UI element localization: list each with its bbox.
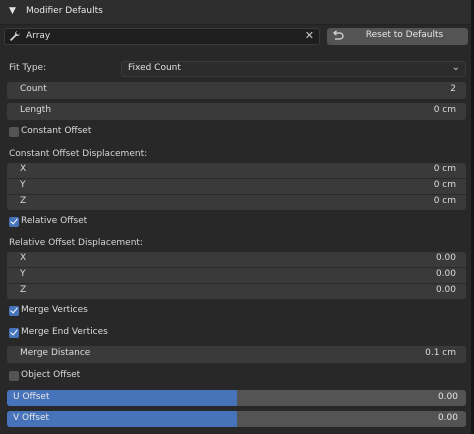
constant-offset-label[interactable]: Constant Offset — [21, 126, 91, 136]
fit-type-value: Fixed Count — [128, 63, 181, 73]
u-offset-value: 0.00 — [437, 392, 458, 402]
fit-type-dropdown[interactable]: Fixed Count ⌄ — [121, 61, 466, 77]
merge-distance-field[interactable]: Merge Distance 0.1 cm — [7, 346, 466, 363]
axis-value: 0 cm — [433, 164, 456, 174]
fit-type-label: Fit Type: — [9, 63, 47, 73]
axis-label: X — [20, 164, 27, 174]
triangle-down-icon[interactable]: ▼ — [9, 6, 16, 16]
u-offset-label: U Offset — [13, 392, 50, 402]
axis-value: 0 cm — [433, 180, 456, 190]
axis-label: Y — [20, 180, 26, 190]
panel-header[interactable]: ▼ Modifier Defaults — [0, 0, 471, 25]
constant-displacement-label: Constant Offset Displacement: — [9, 149, 148, 159]
axis-label: Z — [20, 196, 27, 206]
count-label: Count — [20, 84, 47, 94]
u-offset-slider[interactable]: U Offset 0.00 — [7, 390, 466, 406]
axis-value: 0 cm — [433, 196, 456, 206]
close-icon[interactable]: ✕ — [305, 29, 314, 42]
object-offset-label[interactable]: Object Offset — [21, 370, 80, 380]
reset-to-defaults-button[interactable]: Reset to Defaults — [327, 28, 468, 45]
length-label: Length — [20, 105, 52, 115]
axis-label: Y — [20, 269, 26, 279]
modifier-name[interactable]: Array — [26, 31, 50, 41]
object-offset-checkbox[interactable] — [9, 371, 19, 381]
relative-displacement-label: Relative Offset Displacement: — [9, 238, 143, 248]
relative-y-field[interactable]: Y 0.00 — [7, 268, 466, 284]
constant-displacement-fields: X 0 cm Y 0 cm Z 0 cm — [7, 163, 466, 210]
axis-label: X — [20, 253, 27, 263]
modifier-name-field[interactable]: Array ✕ — [4, 28, 320, 45]
relative-offset-label[interactable]: Relative Offset — [21, 216, 87, 226]
chevron-down-icon: ⌄ — [451, 62, 460, 73]
relative-displacement-fields: X 0.00 Y 0.00 Z 0.00 — [7, 252, 466, 299]
axis-value: 0.00 — [435, 269, 456, 279]
constant-z-field[interactable]: Z 0 cm — [7, 195, 466, 210]
constant-y-field[interactable]: Y 0 cm — [7, 179, 466, 195]
merge-distance-label: Merge Distance — [20, 348, 91, 358]
axis-value: 0.00 — [435, 285, 456, 295]
v-offset-slider[interactable]: V Offset 0.00 — [7, 411, 466, 427]
wrench-icon — [10, 30, 21, 41]
merge-vertices-checkbox[interactable] — [9, 306, 19, 316]
constant-offset-checkbox[interactable] — [9, 127, 19, 137]
v-offset-value: 0.00 — [437, 413, 458, 423]
merge-end-vertices-checkbox[interactable] — [9, 328, 19, 338]
panel-title: Modifier Defaults — [26, 6, 103, 16]
merge-vertices-label[interactable]: Merge Vertices — [21, 305, 88, 315]
v-offset-label: V Offset — [13, 413, 50, 423]
length-field[interactable]: Length 0 cm — [7, 103, 466, 120]
count-field[interactable]: Count 2 — [7, 82, 466, 99]
length-value: 0 cm — [433, 105, 456, 115]
axis-label: Z — [20, 285, 27, 295]
count-value: 2 — [450, 84, 456, 94]
merge-end-vertices-label[interactable]: Merge End Vertices — [21, 327, 108, 337]
relative-offset-checkbox[interactable] — [9, 217, 19, 227]
merge-distance-value: 0.1 cm — [425, 348, 456, 358]
relative-z-field[interactable]: Z 0.00 — [7, 284, 466, 299]
relative-x-field[interactable]: X 0.00 — [7, 252, 466, 268]
constant-x-field[interactable]: X 0 cm — [7, 163, 466, 179]
modifier-defaults-panel: ▼ Modifier Defaults Array ✕ Reset to Def… — [0, 0, 474, 434]
axis-value: 0.00 — [435, 253, 456, 263]
reset-label: Reset to Defaults — [365, 30, 444, 40]
